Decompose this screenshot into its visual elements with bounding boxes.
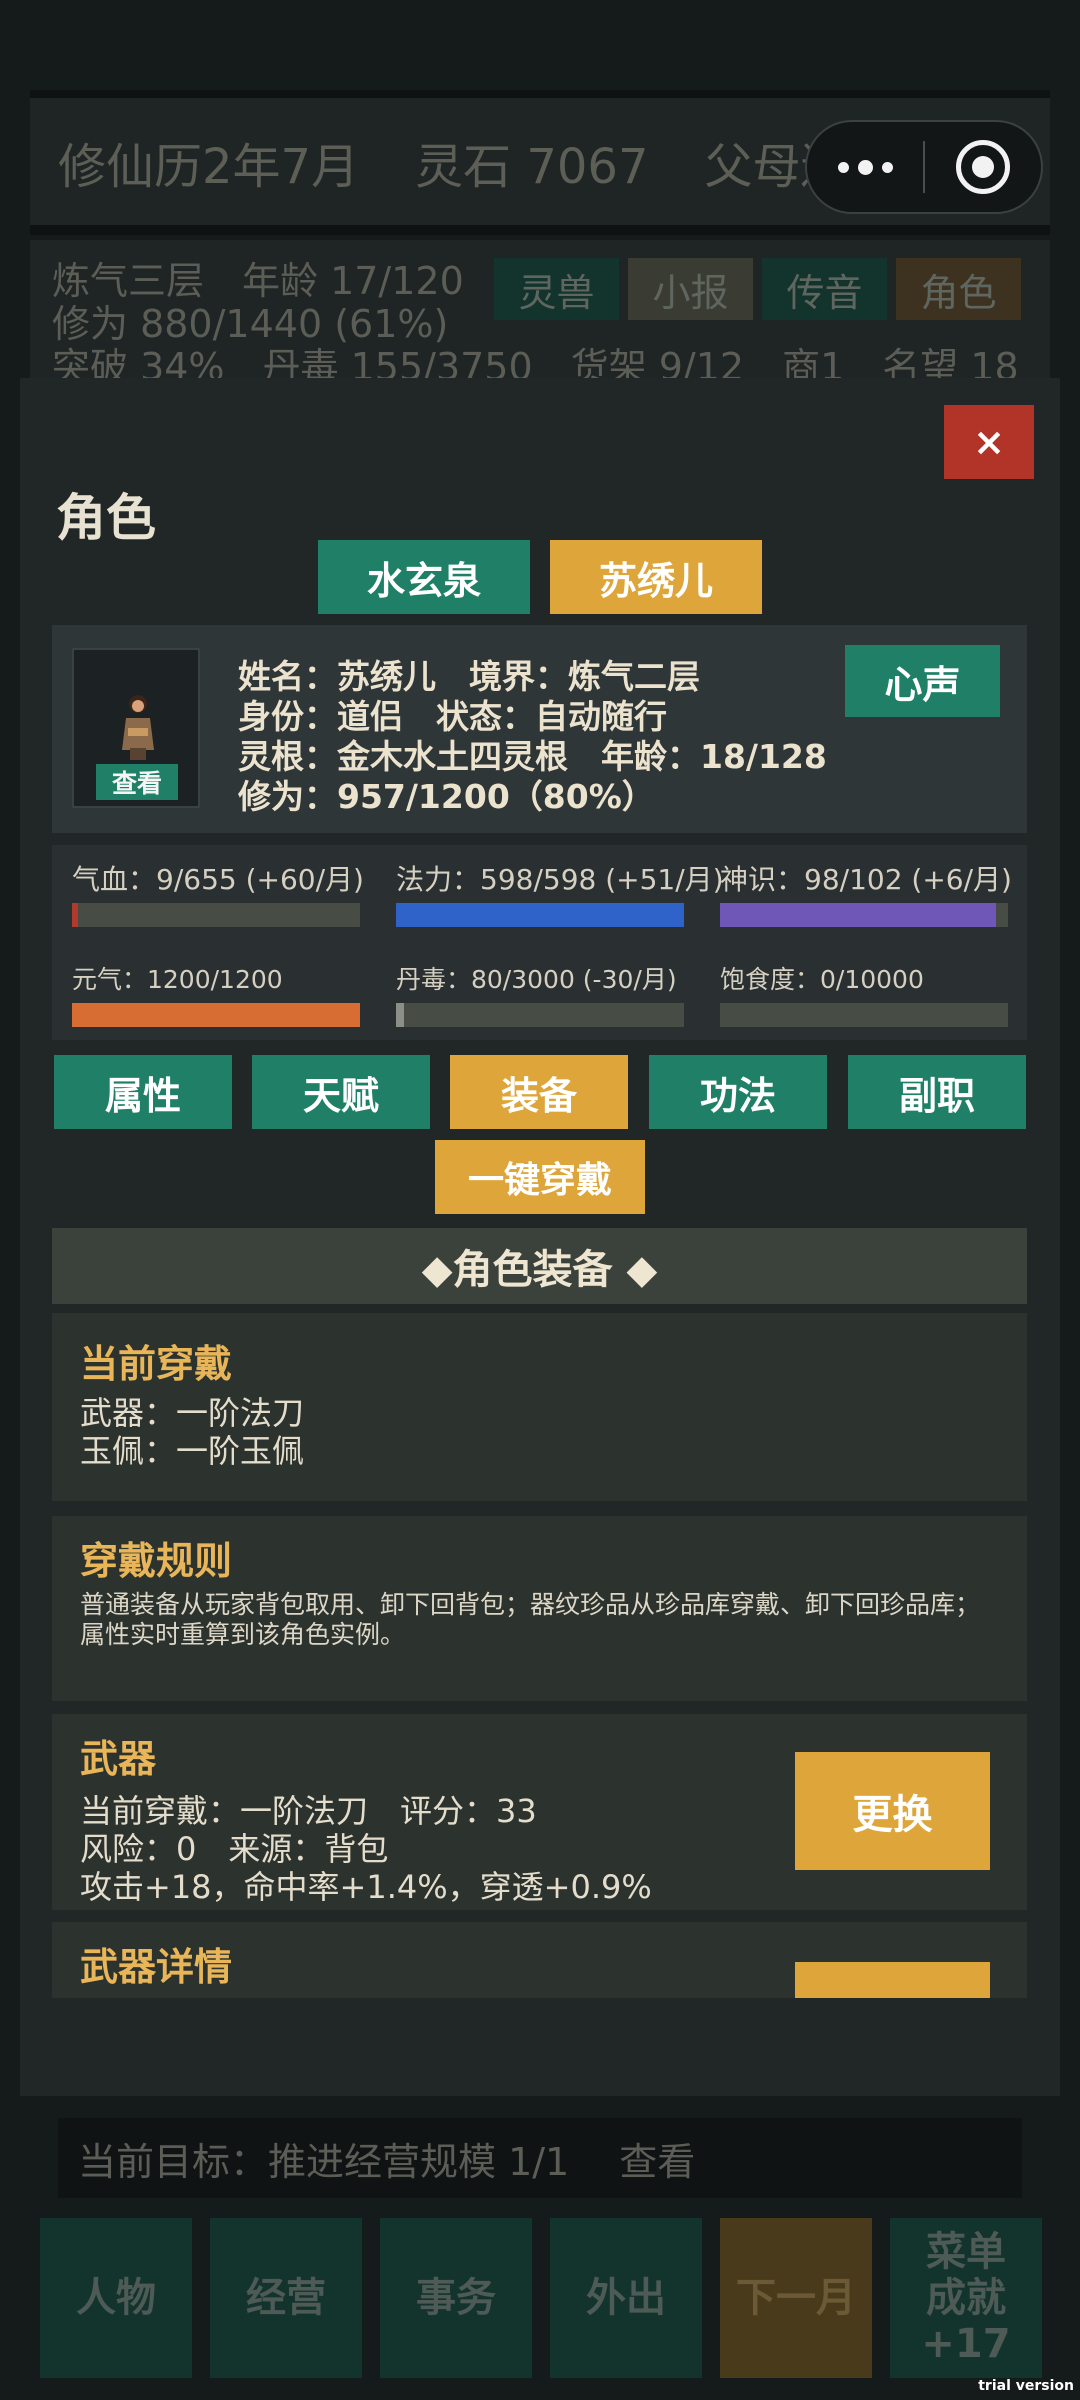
stat-bar-spirit [720,903,1008,927]
nav-business[interactable]: 经营 [210,2218,362,2378]
watermark: trial version [978,2378,1074,2394]
stat-bar-vitality-fill [72,1003,360,1027]
character-figure-icon [122,695,154,760]
weapon-bonus-text: 攻击+18，命中率+1.4%，穿透+0.9% [80,1868,652,1906]
one-click-equip-button[interactable]: 一键穿戴 [435,1140,645,1214]
current-goal-text: 当前目标：推进经营规模 1/1 [78,2139,570,2184]
calendar-text: 修仙历2年7月 [58,138,360,195]
section-title: ◆角色装备 ◆ [52,1228,1027,1304]
weapon-detail-title: 武器详情 [80,1945,233,1989]
stat-label-vitality: 元气：1200/1200 [72,965,283,994]
tab-equipment[interactable]: 装备 [450,1055,628,1129]
tab-side-job[interactable]: 副职 [848,1055,1026,1129]
current-goal-bar: 当前目标：推进经营规模 1/1 查看 [58,2118,1022,2198]
close-miniprogram-icon[interactable] [925,122,1041,212]
nav-next-month[interactable]: 下一月 [720,2218,872,2378]
stat-label-spirit: 神识：98/102 (+6/月) [720,863,1012,896]
current-wear-card: 当前穿戴 武器：一阶法刀 玉佩：一阶玉佩 [52,1313,1027,1501]
tab-talents[interactable]: 天赋 [252,1055,430,1129]
stat-bar-hp [72,903,360,927]
close-button[interactable]: × [944,405,1034,479]
message-button[interactable]: 传音 [762,258,887,320]
stat-bar-pill-toxin-fill [396,1003,404,1027]
weapon-title: 武器 [80,1737,157,1781]
spirit-stone-count: 灵石 7067 [415,138,649,195]
nav-affairs[interactable]: 事务 [380,2218,532,2378]
character-tab-suxiuer[interactable]: 苏绣儿 [550,540,762,614]
stat-label-mana: 法力：598/598 (+51/月) [396,863,724,896]
spirit-beast-button[interactable]: 灵兽 [494,258,619,320]
weapon-detail-button[interactable] [795,1962,990,1998]
heart-voice-button[interactable]: 心声 [845,645,1000,717]
current-pendant-text: 玉佩：一阶玉佩 [80,1432,305,1470]
stat-bar-mana-fill [396,903,684,927]
scroll-clip [52,1998,1027,2096]
nav-go-out[interactable]: 外出 [550,2218,702,2378]
nav-character[interactable]: 人物 [40,2218,192,2378]
stat-label-hp: 气血：9/655 (+60/月) [72,863,364,896]
character-portrait[interactable]: 查看 [72,648,200,808]
stat-bar-vitality [72,1003,360,1027]
wear-rules-text: 普通装备从玩家背包取用、卸下回背包；器纹珍品从珍品库穿戴、卸下回珍品库；属性实时… [80,1590,981,1649]
stat-bar-spirit-fill [720,903,997,927]
stat-label-satiety: 饱食度：0/10000 [720,965,924,994]
nav-menu[interactable]: 菜单 成就+17 [890,2218,1042,2378]
modal-title: 角色 [56,489,156,547]
tab-attributes[interactable]: 属性 [54,1055,232,1129]
cultivation-progress-text: 修为：957/1200（80%） [238,777,655,816]
miniprogram-capsule [805,120,1043,214]
stat-bar-mana [396,903,684,927]
tab-techniques[interactable]: 功法 [649,1055,827,1129]
stat-label-pill-toxin: 丹毒：80/3000 (-30/月) [396,965,677,994]
current-goal-view-link[interactable]: 查看 [619,2131,695,2186]
wear-rules-title: 穿戴规则 [80,1539,233,1583]
newspaper-button[interactable]: 小报 [628,258,753,320]
weapon-swap-button[interactable]: 更换 [795,1752,990,1870]
character-button[interactable]: 角色 [896,258,1021,320]
stat-bar-hp-fill [72,903,78,927]
wear-rules-card: 穿戴规则 普通装备从玩家背包取用、卸下回背包；器纹珍品从珍品库穿戴、卸下回珍品库… [52,1516,1027,1701]
divider [30,225,1050,235]
more-icon[interactable] [807,122,923,212]
portrait-view-button[interactable]: 查看 [96,764,178,800]
character-tab-shuixuanquan[interactable]: 水玄泉 [318,540,530,614]
stat-bar-satiety [720,1003,1008,1027]
current-wear-title: 当前穿戴 [80,1342,233,1386]
stat-bar-pill-toxin [396,1003,684,1027]
